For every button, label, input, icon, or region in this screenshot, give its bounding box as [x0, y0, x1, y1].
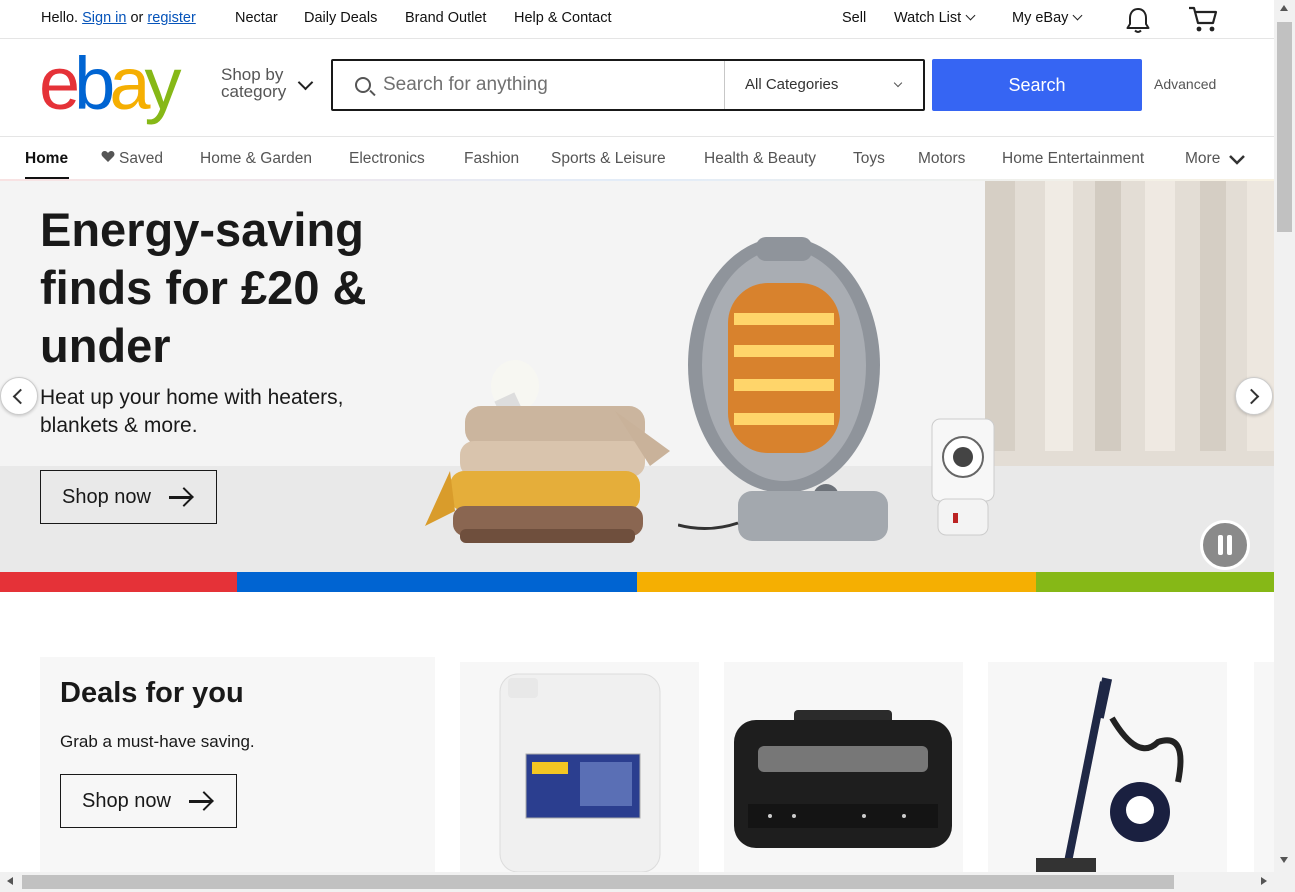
bell-icon[interactable] — [1125, 6, 1151, 34]
sell-link[interactable]: Sell — [842, 10, 866, 26]
brand-outlet-link[interactable]: Brand Outlet — [405, 10, 486, 26]
my-ebay-menu[interactable]: My eBay — [1012, 10, 1083, 26]
search-bar: All Categories — [331, 59, 925, 111]
sign-in-link[interactable]: Sign in — [82, 10, 126, 26]
daily-deals-link[interactable]: Daily Deals — [304, 10, 377, 26]
search-button[interactable]: Search — [932, 59, 1142, 111]
hero-title: Energy-saving finds for £20 & under — [40, 203, 367, 372]
scroll-right-arrow-icon[interactable] — [1260, 876, 1268, 886]
blankets-image — [425, 360, 670, 543]
nav-item-toys[interactable]: Toys — [853, 150, 885, 168]
hero-shop-now-button[interactable]: Shop now — [40, 470, 217, 524]
nav-item-motors[interactable]: Motors — [918, 150, 965, 168]
carousel-next-button[interactable] — [1235, 377, 1273, 415]
nav-item-home-entertainment[interactable]: Home Entertainment — [1002, 150, 1144, 168]
nav-item-home-garden[interactable]: Home & Garden — [200, 150, 312, 168]
adblue-container-image — [499, 673, 661, 872]
nav-more-label: More — [1185, 150, 1221, 167]
nectar-link[interactable]: Nectar — [235, 10, 278, 26]
halogen-heater-image — [678, 237, 888, 541]
nav-item-more[interactable]: More — [1185, 150, 1246, 168]
nav-item-saved[interactable]: Saved — [101, 150, 163, 168]
my-ebay-label: My eBay — [1012, 10, 1069, 26]
hero-button-label: Shop now — [62, 485, 151, 508]
horizontal-scrollbar-thumb[interactable] — [22, 875, 1174, 889]
logo-letter-b: b — [74, 42, 115, 125]
deals-card: Deals for you Grab a must-have saving. S… — [40, 657, 435, 872]
category-nav: Home Saved Home & Garden Electronics Fas… — [0, 136, 1274, 180]
air-fryer-grill-image — [734, 710, 952, 848]
deal-tile-adblue[interactable] — [460, 662, 699, 872]
nav-item-sports-leisure[interactable]: Sports & Leisure — [551, 150, 666, 168]
deal-tile-air-fryer[interactable] — [724, 662, 963, 872]
color-stripe-blue — [237, 572, 637, 592]
deals-shop-now-button[interactable]: Shop now — [60, 774, 237, 828]
register-link[interactable]: register — [147, 10, 195, 26]
color-stripe-green — [1036, 572, 1274, 592]
chevron-down-icon — [297, 74, 314, 91]
chevron-down-icon — [965, 10, 976, 21]
watch-list-menu[interactable]: Watch List — [894, 10, 976, 26]
hello-text: Hello. — [41, 10, 79, 26]
nav-item-fashion[interactable]: Fashion — [464, 150, 519, 168]
scroll-up-arrow-icon[interactable] — [1279, 4, 1289, 12]
chevron-down-icon — [893, 78, 903, 88]
greeting: Hello. Sign in or register — [41, 10, 196, 26]
shop-by-category-button[interactable]: Shop by category — [221, 66, 286, 100]
search-input[interactable] — [383, 71, 713, 99]
help-contact-link[interactable]: Help & Contact — [514, 10, 612, 26]
deals-title: Deals for you — [60, 677, 244, 709]
heart-icon — [101, 151, 115, 162]
search-icon — [355, 77, 371, 93]
chevron-down-icon — [1228, 155, 1245, 165]
logo-letter-y: y — [144, 42, 181, 125]
hero-subtitle: Heat up your home with heaters, blankets… — [40, 386, 344, 437]
nav-saved-label: Saved — [119, 150, 163, 167]
category-select[interactable]: All Categories — [724, 61, 923, 109]
watch-list-label: Watch List — [894, 10, 962, 26]
or-text: or — [130, 10, 144, 26]
advanced-search-link[interactable]: Advanced — [1154, 76, 1216, 92]
deals-button-label: Shop now — [82, 789, 171, 812]
deal-tile-partial[interactable] — [1254, 662, 1274, 872]
chevron-down-icon — [1072, 10, 1083, 21]
chevron-left-icon — [12, 388, 29, 405]
arrow-right-icon — [169, 496, 191, 499]
logo-letter-e: e — [39, 42, 80, 125]
shop-by-line1: Shop by — [221, 65, 284, 84]
logo-letter-a: a — [109, 42, 150, 125]
carousel-prev-button[interactable] — [0, 377, 38, 415]
category-selected-value: All Categories — [745, 76, 839, 93]
scroll-left-arrow-icon[interactable] — [6, 876, 14, 886]
shop-by-line2: category — [221, 82, 287, 101]
top-utility-bar: Hello. Sign in or register Nectar Daily … — [0, 0, 1274, 39]
cart-icon[interactable] — [1187, 5, 1219, 33]
scroll-down-arrow-icon[interactable] — [1279, 856, 1289, 864]
carousel-pause-button[interactable] — [1200, 520, 1250, 570]
color-stripe-yellow — [637, 572, 1036, 592]
nav-item-electronics[interactable]: Electronics — [349, 150, 425, 168]
nav-item-health-beauty[interactable]: Health & Beauty — [704, 150, 816, 168]
arrow-right-icon — [189, 800, 211, 803]
vertical-scrollbar-thumb[interactable] — [1277, 22, 1292, 232]
plug-timer-image — [931, 418, 995, 536]
vacuum-cleaner-image — [1036, 677, 1184, 872]
ebay-logo[interactable]: ebay — [39, 42, 181, 125]
deal-tile-vacuum[interactable] — [988, 662, 1227, 872]
hero-banner: Energy-saving finds for £20 & under Heat… — [0, 181, 1274, 573]
deals-subtitle: Grab a must-have saving. — [60, 732, 255, 751]
color-stripe-red — [0, 572, 237, 592]
chevron-right-icon — [1243, 388, 1260, 405]
nav-item-home[interactable]: Home — [25, 150, 68, 168]
